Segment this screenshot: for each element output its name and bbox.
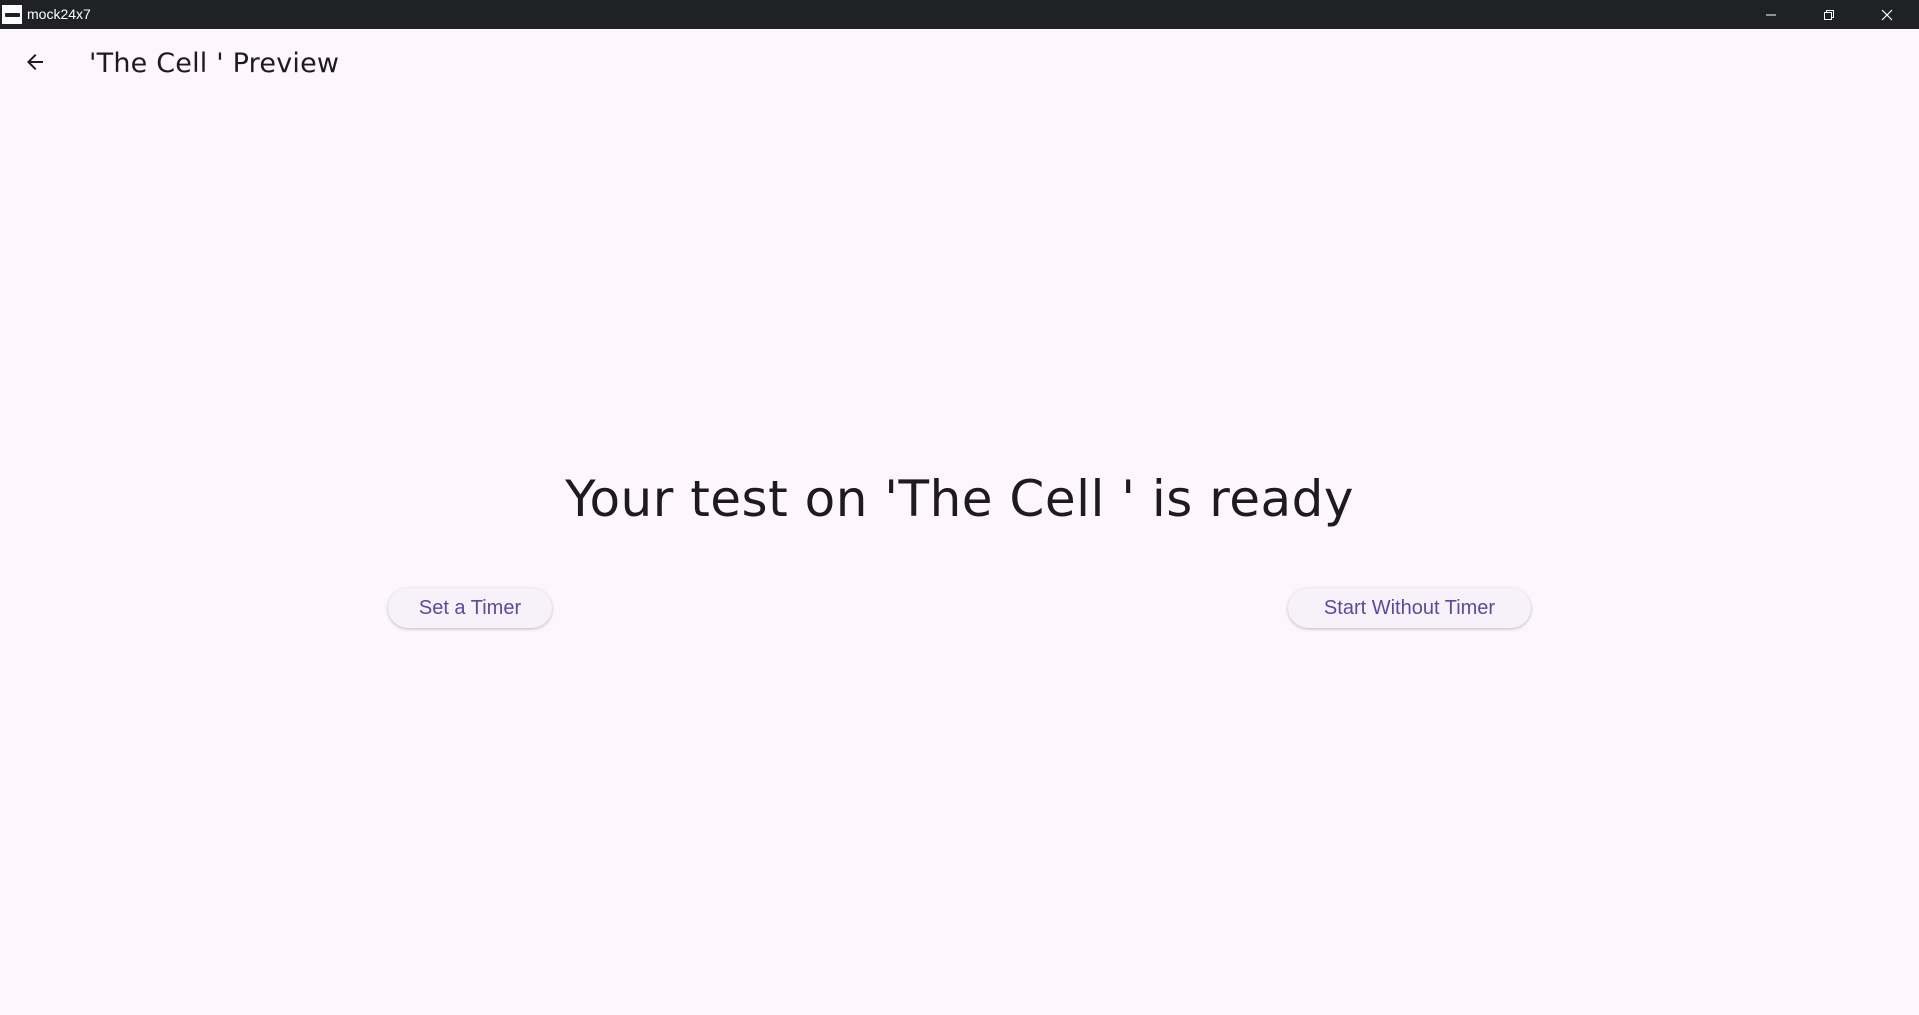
start-without-timer-label: Start Without Timer xyxy=(1323,596,1496,619)
set-timer-button[interactable]: Set a Timer xyxy=(388,588,552,628)
window-title: mock24x7 xyxy=(27,6,91,22)
page-title: 'The Cell ' Preview xyxy=(89,48,340,79)
arrow-left-icon xyxy=(23,50,47,78)
close-button[interactable] xyxy=(1858,0,1916,29)
restore-icon xyxy=(1823,9,1835,21)
set-timer-label: Set a Timer xyxy=(418,596,522,619)
minimize-button[interactable] xyxy=(1742,0,1800,29)
close-icon xyxy=(1881,9,1893,21)
restore-button[interactable] xyxy=(1800,0,1858,29)
back-button[interactable] xyxy=(11,40,59,88)
window-titlebar: mock24x7 xyxy=(0,0,1919,29)
app-logo-icon xyxy=(2,5,22,24)
test-ready-headline: Your test on 'The Cell ' is ready xyxy=(565,470,1354,528)
app-bar: 'The Cell ' Preview xyxy=(0,29,1919,101)
start-without-timer-button[interactable]: Start Without Timer xyxy=(1288,588,1531,628)
minimize-icon xyxy=(1765,9,1777,21)
